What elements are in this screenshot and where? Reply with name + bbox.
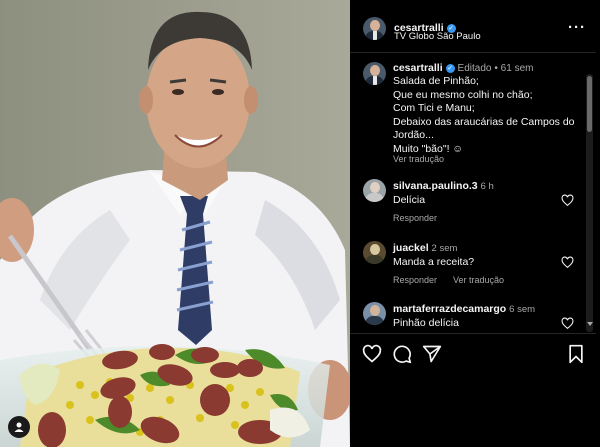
- caption-header: cesartralli ✓ Editado • 61 sem: [393, 62, 534, 74]
- commenter-avatar[interactable]: [363, 241, 386, 264]
- scroll-down-arrow-icon[interactable]: [587, 322, 593, 326]
- bookmark-icon[interactable]: [566, 344, 586, 364]
- scrollbar-thumb[interactable]: [587, 76, 592, 132]
- caption-line: Debaixo das araucárias de Campos do: [393, 115, 575, 128]
- commenter-avatar[interactable]: [363, 302, 386, 325]
- verified-badge-icon: ✓: [445, 64, 455, 73]
- comment-header: martaferrazdecamargo 6 sem: [393, 303, 535, 315]
- comment-time[interactable]: 2 sem: [432, 243, 458, 254]
- comment-time[interactable]: 6 sem: [509, 304, 535, 315]
- heart-icon[interactable]: [362, 344, 382, 364]
- caption-body: Salada de Pinhão; Que eu mesmo colhi no …: [393, 75, 593, 156]
- comments-scrollbar[interactable]: [586, 74, 593, 332]
- post-image: [0, 0, 350, 447]
- see-translation-button[interactable]: Ver tradução: [453, 275, 504, 285]
- post-location[interactable]: TV Globo São Paulo: [394, 31, 481, 42]
- comment-heart-icon[interactable]: [561, 256, 574, 269]
- comment-username[interactable]: silvana.paulino.3: [393, 180, 478, 192]
- caption-see-translation[interactable]: Ver tradução: [393, 154, 444, 164]
- comment-time[interactable]: 6 h: [481, 181, 494, 192]
- commenter-avatar[interactable]: [363, 179, 386, 202]
- comment-username[interactable]: martaferrazdecamargo: [393, 303, 506, 315]
- comment-heart-icon[interactable]: [561, 194, 574, 207]
- comment-icon[interactable]: [392, 344, 412, 364]
- reply-button[interactable]: Responder: [393, 275, 437, 285]
- comment-header: juackel 2 sem: [393, 242, 457, 254]
- share-icon[interactable]: [422, 344, 442, 364]
- post-actions-bar: [350, 333, 596, 374]
- user-tag-icon[interactable]: [8, 416, 30, 438]
- post-photo: [0, 0, 350, 447]
- comment-username[interactable]: juackel: [393, 242, 429, 254]
- reply-button[interactable]: Responder: [393, 213, 437, 223]
- caption-author-avatar[interactable]: [363, 62, 386, 85]
- post-side-panel: cesartralli ✓ TV Globo São Paulo ··· cesa…: [350, 6, 600, 442]
- comment-text: Delícia: [393, 194, 426, 206]
- caption-line: Que eu mesmo colhi no chão;: [393, 88, 533, 101]
- post-header: cesartralli ✓ TV Globo São Paulo ···: [350, 6, 596, 53]
- comment-heart-icon[interactable]: [561, 317, 574, 330]
- comment-actions: Responder Ver tradução: [393, 275, 520, 285]
- author-avatar[interactable]: [363, 17, 386, 40]
- caption-time[interactable]: 61 sem: [501, 63, 534, 74]
- comment-header: silvana.paulino.3 6 h: [393, 180, 494, 192]
- comment-text: Manda a receita?: [393, 256, 475, 268]
- caption-line: Salada de Pinhão;: [393, 75, 479, 87]
- comment-text: Pinhão delícia: [393, 317, 459, 329]
- caption-line: Com Tici e Manu;: [393, 102, 475, 114]
- edited-label: Editado: [457, 63, 492, 74]
- caption-line: Jordão...: [393, 129, 434, 141]
- comments-section[interactable]: cesartralli ✓ Editado • 61 sem Salada de …: [350, 53, 596, 338]
- comment-actions: Responder: [393, 213, 453, 223]
- more-options-icon[interactable]: ···: [568, 19, 586, 36]
- caption-author[interactable]: cesartralli: [393, 62, 443, 74]
